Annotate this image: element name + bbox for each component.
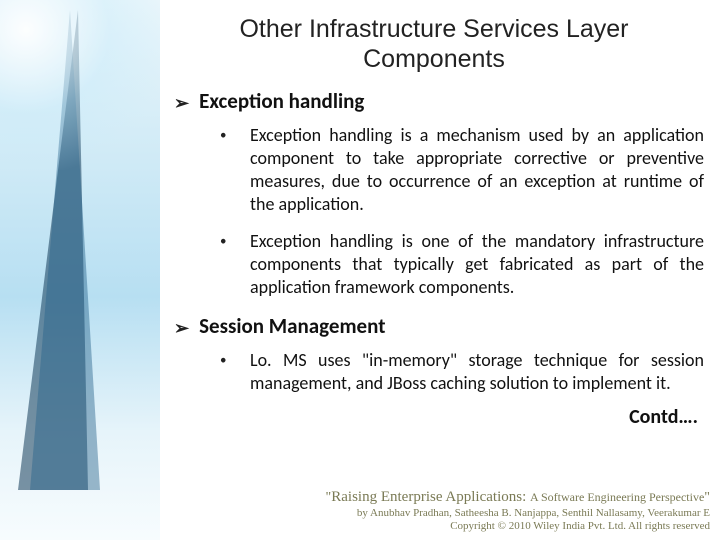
footer-copyright: Copyright © 2010 Wiley India Pvt. Ltd. A… (170, 520, 710, 534)
decorative-sidebar-image (0, 0, 160, 540)
bullet-list: • Exception handling is a mechanism used… (220, 124, 704, 299)
footer-byline: by Anubhav Pradhan, Satheesha B. Nanjapp… (170, 507, 710, 521)
slide-title: Other Infrastructure Services Layer Comp… (188, 14, 680, 74)
bullet-dot-icon: • (220, 349, 228, 395)
slide-content: Other Infrastructure Services Layer Comp… (160, 0, 720, 540)
slide-footer: " Raising Enterprise Applications: A Soft… (170, 488, 710, 534)
bullet-dot-icon: • (220, 124, 228, 216)
section-heading-session: ➢ Session Management (174, 313, 704, 339)
bullet-text: Lo. MS uses "in-memory" storage techniqu… (250, 349, 704, 395)
footer-title: " Raising Enterprise Applications: A Soft… (170, 488, 710, 507)
list-item: • Lo. MS uses "in-memory" storage techni… (220, 349, 704, 395)
footer-title-main: Raising Enterprise Applications: (331, 489, 530, 505)
quote-close: " (704, 490, 710, 505)
section-heading-text: Session Management (199, 313, 385, 339)
list-item: • Exception handling is one of the manda… (220, 230, 704, 299)
bullet-text: Exception handling is a mechanism used b… (250, 124, 704, 216)
bullet-dot-icon: • (220, 230, 228, 299)
continued-label: Contd…. (164, 405, 704, 429)
section-heading-text: Exception handling (199, 88, 364, 114)
bullet-text: Exception handling is one of the mandato… (250, 230, 704, 299)
arrow-bullet-icon: ➢ (174, 319, 189, 337)
light-flare (0, 0, 160, 170)
footer-title-sub: A Software Engineering Perspective (530, 490, 704, 504)
list-item: • Exception handling is a mechanism used… (220, 124, 704, 216)
section-heading-exception: ➢ Exception handling (174, 88, 704, 114)
bullet-list: • Lo. MS uses "in-memory" storage techni… (220, 349, 704, 395)
arrow-bullet-icon: ➢ (174, 94, 189, 112)
